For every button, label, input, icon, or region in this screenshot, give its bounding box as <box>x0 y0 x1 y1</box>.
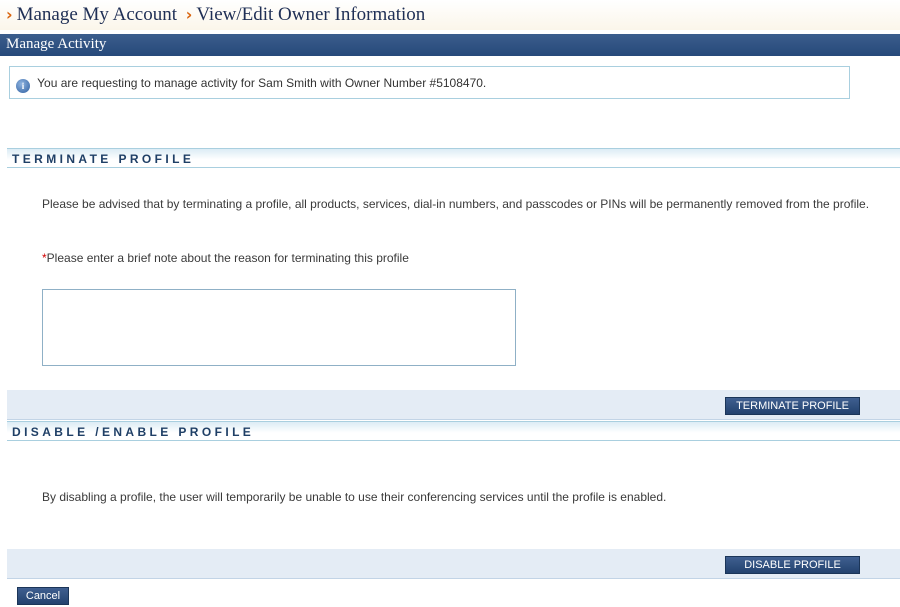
breadcrumb-link-manage-account[interactable]: Manage My Account <box>17 4 177 25</box>
termination-reason-textarea[interactable] <box>42 289 516 366</box>
terminate-profile-heading: TERMINATE PROFILE <box>12 152 195 166</box>
reason-label-text: Please enter a brief note about the reas… <box>46 251 409 265</box>
terminate-action-band: TERMINATE PROFILE <box>7 390 900 420</box>
manage-activity-bar: Manage Activity <box>0 34 900 56</box>
breadcrumb-separator-icon: › <box>185 5 193 24</box>
disable-enable-profile-header: DISABLE /ENABLE PROFILE <box>7 421 900 441</box>
info-icon: i <box>16 79 30 93</box>
info-message-box: i You are requesting to manage activity … <box>9 66 850 99</box>
breadcrumb: › Manage My Account › View/Edit Owner Info… <box>0 0 900 30</box>
manage-activity-title: Manage Activity <box>6 36 107 52</box>
terminate-warning-text: Please be advised that by terminating a … <box>42 197 870 211</box>
terminate-profile-header: TERMINATE PROFILE <box>7 148 900 168</box>
breadcrumb-current-page: View/Edit Owner Information <box>196 4 426 25</box>
disable-profile-button[interactable]: DISABLE PROFILE <box>725 556 860 574</box>
reason-label: *Please enter a brief note about the rea… <box>42 250 898 267</box>
disable-action-band: DISABLE PROFILE <box>7 549 900 579</box>
disable-enable-profile-heading: DISABLE /ENABLE PROFILE <box>12 425 255 439</box>
disable-description-text: By disabling a profile, the user will te… <box>42 490 667 504</box>
cancel-button[interactable]: Cancel <box>17 587 69 605</box>
breadcrumb-separator-icon: › <box>6 5 13 24</box>
info-message-text: You are requesting to manage activity fo… <box>37 76 487 90</box>
terminate-profile-button[interactable]: TERMINATE PROFILE <box>725 397 860 415</box>
